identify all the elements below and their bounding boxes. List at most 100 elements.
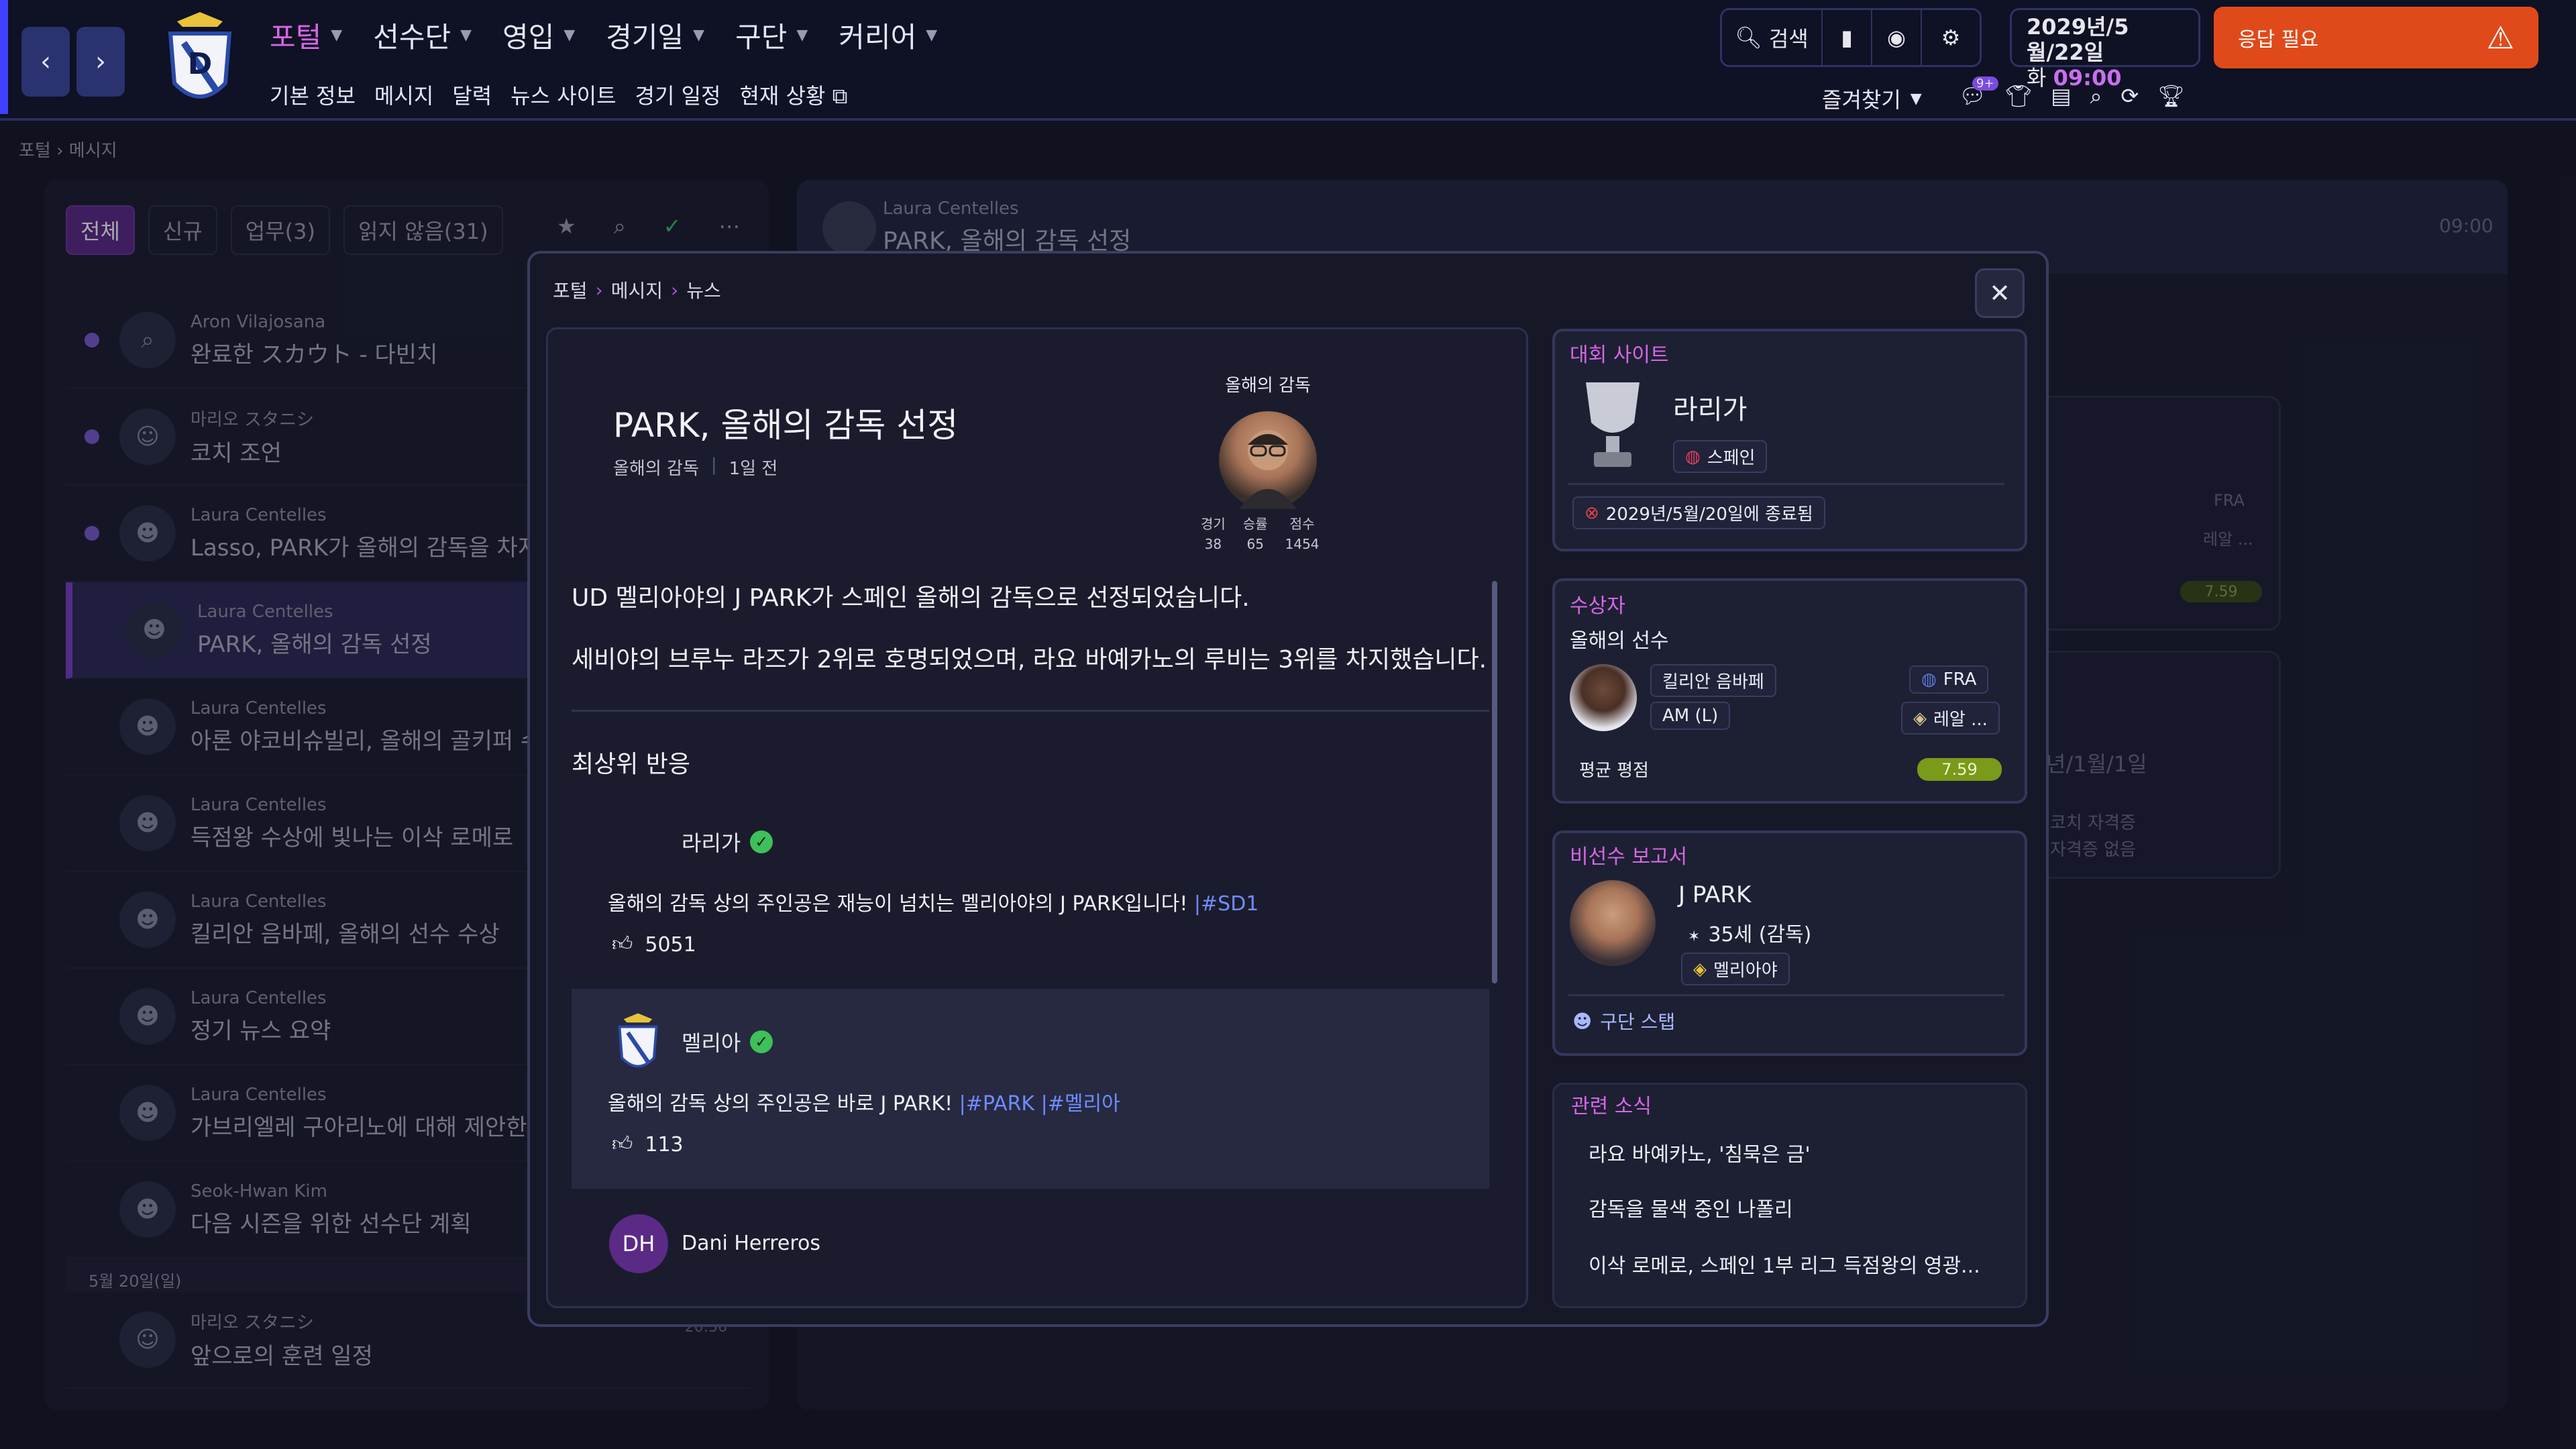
post-author[interactable]: 멜리아 ✓ [682, 1026, 773, 1057]
staff-name[interactable]: J PARK [1678, 881, 1751, 908]
trophy-icon[interactable]: 🏆︎ [2157, 83, 2185, 109]
related-news-title: 관련 소식 [1571, 1095, 1652, 1118]
chevron-right-icon: › [671, 278, 679, 301]
like-count: 5051 [645, 932, 696, 957]
favorites-label: 즐겨찾기 [1822, 87, 1901, 113]
settings-button[interactable]: ⚙ [1922, 10, 1980, 65]
thumbs-up-icon[interactable]: 👍︎ [612, 932, 633, 957]
related-news-item[interactable]: 이삭 로메로, 스페인 1부 리그 득점왕의 영광... [1589, 1249, 1980, 1279]
subnav-fixtures[interactable]: 경기 일정 [635, 79, 721, 110]
close-icon: ✕ [1989, 278, 2010, 308]
refresh-icon[interactable]: ⟳ [2121, 83, 2139, 109]
error-circle-icon: ⊗ [1585, 502, 1599, 523]
stat-value: 38 [1204, 536, 1222, 552]
favorites-dropdown[interactable]: 즐겨찾기 ▼ [1822, 83, 1922, 114]
club-staff-link[interactable]: ☻ 구단 스탭 [1572, 1008, 1675, 1034]
related-news-item[interactable]: 감독을 물색 중인 나폴리 [1589, 1193, 1793, 1222]
flag-icon: ◍ [1921, 669, 1937, 690]
post-author[interactable]: 라리가 ✓ [682, 826, 773, 857]
subnav-messages[interactable]: 메시지 [374, 79, 433, 110]
commenter-avatar[interactable]: DH [609, 1214, 668, 1273]
verified-icon: ✓ [750, 830, 773, 853]
chevron-down-icon: ▼ [926, 27, 938, 44]
subnav-calendar[interactable]: 달력 [452, 79, 492, 110]
country-tag[interactable]: ◍ 스페인 [1673, 440, 1768, 473]
modal-crumb-messages[interactable]: 메시지 [611, 276, 663, 303]
post-author-name: 멜리아 [682, 1030, 741, 1056]
competition-ended-tag: ⊗ 2029년/5월/20일에 종료됨 [1572, 496, 1825, 529]
article-scrollbar[interactable] [1492, 581, 1497, 983]
current-date: 2029년/5월/22일 [2027, 14, 2129, 65]
subnav-status-label: 현재 상황 [739, 83, 826, 109]
nav-club[interactable]: 구단 ▼ [735, 15, 808, 56]
competition-name[interactable]: 라리가 [1673, 388, 1747, 427]
chevron-down-icon: ▼ [1910, 90, 1922, 107]
close-button[interactable]: ✕ [1975, 268, 2025, 318]
nav-portal[interactable]: 포털 ▼ [270, 15, 342, 56]
card-divider [1568, 483, 2004, 485]
stat-label: 경기 [1201, 516, 1226, 532]
thumbs-up-icon[interactable]: 👍︎ [612, 1132, 633, 1157]
post-hashtags[interactable]: |#PARK |#멜리아 [959, 1092, 1120, 1116]
back-button[interactable]: ‹ [21, 27, 70, 97]
related-news-item[interactable]: 라요 바예카노, '침묵은 금' [1589, 1138, 1811, 1167]
commenter-name[interactable]: Dani Herreros [682, 1232, 820, 1255]
flag-icon: ◍ [1685, 446, 1701, 467]
player-position-tag: AM (L) [1650, 702, 1731, 730]
player-nation-tag[interactable]: ◍ FRA [1909, 665, 1989, 694]
coach-portrait[interactable] [1219, 411, 1317, 509]
chat-icon[interactable]: 💬︎ 9+ [1959, 76, 1998, 109]
subnav-status[interactable]: 현재 상황 ⧉ [739, 79, 847, 110]
post-body: 올해의 감독 상의 주인공은 바로 J PARK! [608, 1092, 959, 1116]
staff-club-tag[interactable]: ◈ 멜리아야 [1681, 953, 1790, 985]
chevron-down-icon: ▼ [693, 27, 705, 44]
clipboard-icon[interactable]: ▤ [2051, 83, 2071, 109]
winner-card-title: 수상자 [1570, 594, 1625, 618]
notes-button[interactable]: ▮ [1823, 10, 1872, 65]
post-hashtags[interactable]: |#SD1 [1194, 892, 1258, 916]
club-name: 멜리아야 [1713, 961, 1778, 981]
stat-label: 점수 [1289, 516, 1315, 532]
nav-label: 커리어 [839, 21, 917, 54]
forward-button[interactable]: › [76, 27, 125, 97]
modal-crumb-portal[interactable]: 포털 [553, 276, 588, 303]
date-time-display[interactable]: 2029년/5월/22일 화 09:00 [2010, 8, 2200, 91]
club-crest-logo[interactable]: D [164, 9, 236, 110]
quick-icons: 💬︎ 9+ 👕︎ ▤ ⌕ ⟳ 🏆︎ [1959, 76, 2185, 109]
club-crest-icon: ◈ [1693, 959, 1707, 979]
nonplayer-card-title: 비선수 보고서 [1570, 845, 1688, 869]
nav-label: 선수단 [373, 21, 451, 54]
staff-avatar[interactable] [1570, 880, 1656, 966]
forward-icon: › [95, 46, 106, 77]
article-divider [572, 710, 1489, 712]
sub-nav: 기본 정보 메시지 달력 뉴스 사이트 경기 일정 현재 상황 ⧉ [270, 79, 847, 110]
search-button[interactable]: 🔍︎ 검색 [1722, 10, 1823, 65]
stat-points: 점수 1454 [1285, 514, 1320, 554]
scout-icon[interactable]: ⌕ [2090, 83, 2102, 109]
shirt-icon[interactable]: 👕︎ [2005, 83, 2033, 109]
notification-badge: 9+ [1972, 76, 1998, 91]
player-club-tag[interactable]: ◈ 레알 ... [1901, 702, 2000, 735]
like-count: 113 [645, 1132, 684, 1157]
subnav-news[interactable]: 뉴스 사이트 [511, 79, 616, 110]
search-label: 검색 [1768, 26, 1809, 52]
nav-matchday[interactable]: 경기일 ▼ [606, 15, 704, 56]
nav-transfers[interactable]: 영입 ▼ [502, 15, 575, 56]
player-avatar[interactable] [1570, 664, 1637, 731]
trophy-icon [1576, 376, 1649, 470]
response-required-button[interactable]: 응답 필요 ⚠ [2214, 7, 2538, 68]
average-rating-badge: 7.59 [1917, 758, 2002, 781]
globe-icon: ◉ [1887, 25, 1906, 50]
nav-career[interactable]: 커리어 ▼ [839, 15, 937, 56]
nav-squad[interactable]: 선수단 ▼ [373, 15, 472, 56]
accent-stripe [0, 0, 8, 114]
svg-text:D: D [188, 47, 213, 81]
nav-label: 포털 [270, 21, 322, 54]
article-title: PARK, 올해의 감독 선정 [613, 406, 959, 445]
help-button[interactable]: ◉ [1872, 10, 1922, 65]
reactions-title: 최상위 반응 [572, 751, 691, 778]
player-name-tag[interactable]: 킬리안 음바페 [1650, 664, 1776, 697]
back-icon: ‹ [40, 46, 51, 77]
subnav-overview[interactable]: 기본 정보 [270, 79, 356, 110]
staff-age-role: ✶ 35세 (감독) [1688, 918, 1811, 947]
